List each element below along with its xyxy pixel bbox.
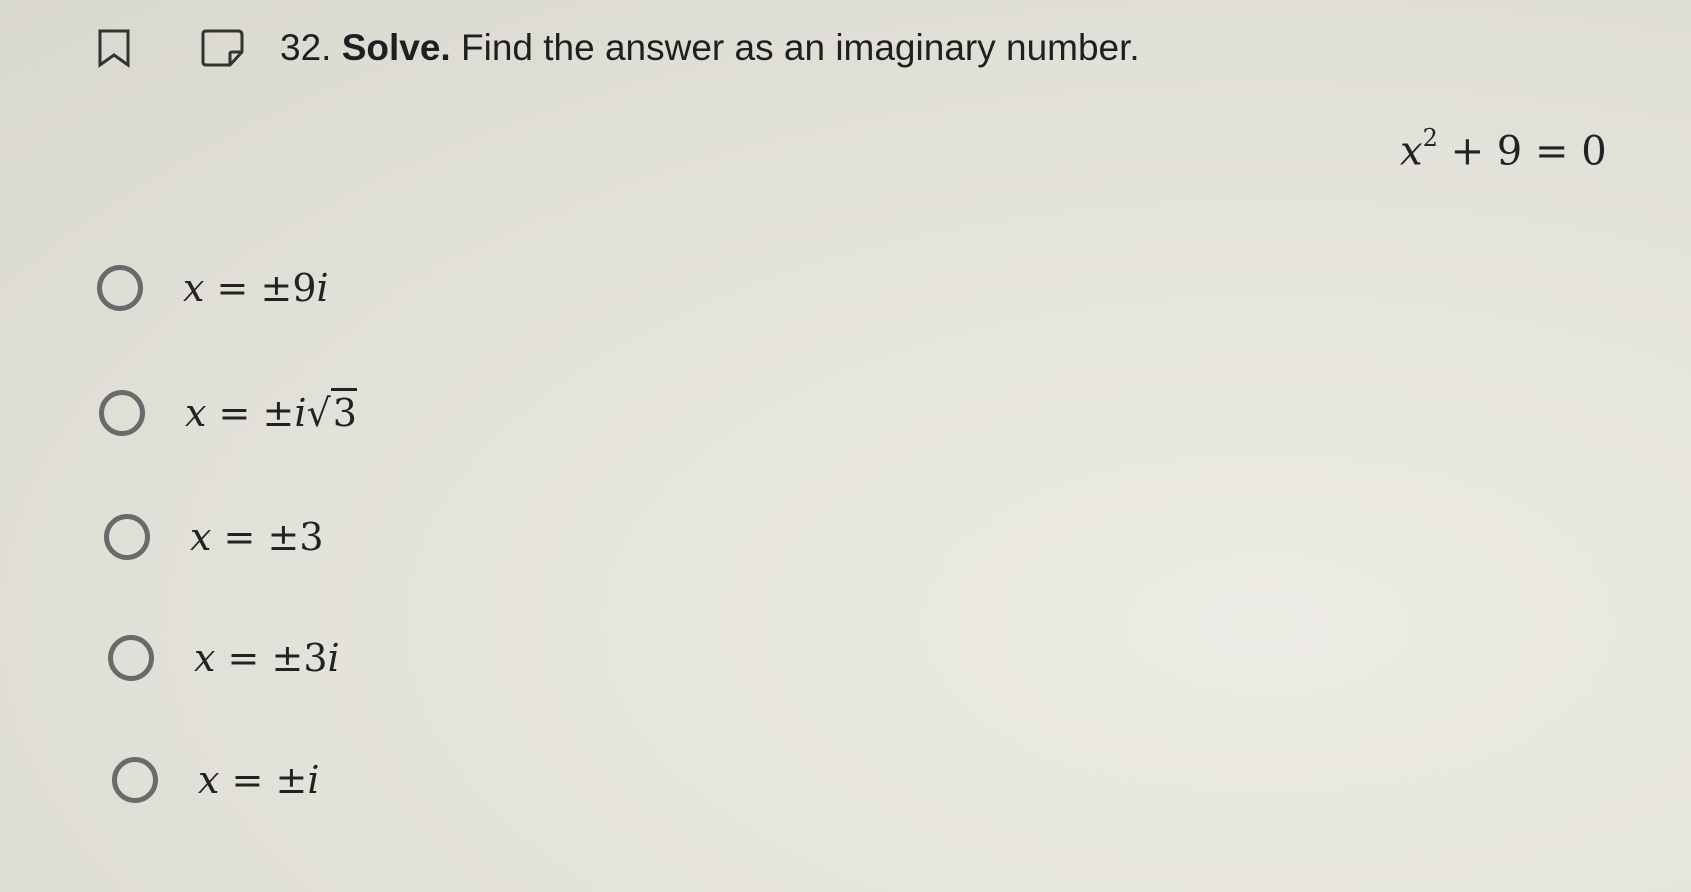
option-coefficient: 3 <box>299 515 324 559</box>
option-radicand: 3 <box>330 388 357 435</box>
equation-rest: + 9 = 0 <box>1450 128 1607 175</box>
option-plus-minus: ± <box>275 758 308 802</box>
sqrt-icon: √ <box>306 391 331 435</box>
option-plus-minus: ± <box>271 636 304 680</box>
option-imaginary-unit: i <box>307 758 320 802</box>
question-title: 32. Solve. Find the answer as an imagina… <box>280 26 1140 70</box>
radio-button[interactable] <box>112 757 158 803</box>
option-equals: = <box>223 515 256 559</box>
radio-button[interactable] <box>104 514 150 560</box>
option-label: x = ±3i <box>194 634 340 682</box>
answer-option-2[interactable]: x = ±i√3 <box>99 383 357 443</box>
option-variable: x <box>183 266 205 310</box>
question-instruction-bold: Solve. <box>341 27 451 68</box>
option-equals: = <box>227 636 260 680</box>
answer-option-1[interactable]: x = ±9i <box>97 258 329 318</box>
answer-option-4[interactable]: x = ±3i <box>108 628 340 688</box>
answer-option-5[interactable]: x = ±i <box>112 750 319 810</box>
option-imaginary-unit: i <box>294 391 307 435</box>
equation-variable: x <box>1400 128 1423 175</box>
question-prompt: Find the answer as an imaginary number. <box>461 27 1140 68</box>
option-equals: = <box>218 391 251 435</box>
option-label: x = ±9i <box>183 264 329 312</box>
option-variable: x <box>190 515 212 559</box>
option-equals: = <box>231 758 264 802</box>
radio-button[interactable] <box>97 265 143 311</box>
radio-button[interactable] <box>108 635 154 681</box>
option-variable: x <box>185 391 207 435</box>
radio-button[interactable] <box>99 390 145 436</box>
option-imaginary-unit: i <box>316 266 329 310</box>
option-label: x = ±i <box>198 756 319 804</box>
option-variable: x <box>198 758 220 802</box>
option-plus-minus: ± <box>262 391 295 435</box>
option-equals: = <box>216 266 249 310</box>
option-coefficient: 9 <box>292 266 317 310</box>
equation-exponent: 2 <box>1422 124 1438 152</box>
option-plus-minus: ± <box>260 266 293 310</box>
answer-option-3[interactable]: x = ±3 <box>104 507 324 567</box>
option-label: x = ±3 <box>190 513 324 561</box>
option-coefficient: 3 <box>303 636 328 680</box>
option-plus-minus: ± <box>267 515 300 559</box>
bookmark-icon[interactable] <box>96 28 132 68</box>
option-label: x = ±i√3 <box>185 388 357 437</box>
question-header: 32. Solve. Find the answer as an imagina… <box>0 0 1691 100</box>
question-equation: x2 + 9 = 0 <box>1400 118 1607 175</box>
note-icon[interactable] <box>198 28 248 68</box>
question-number: 32. <box>280 27 332 68</box>
option-variable: x <box>194 636 216 680</box>
option-imaginary-unit: i <box>327 636 340 680</box>
